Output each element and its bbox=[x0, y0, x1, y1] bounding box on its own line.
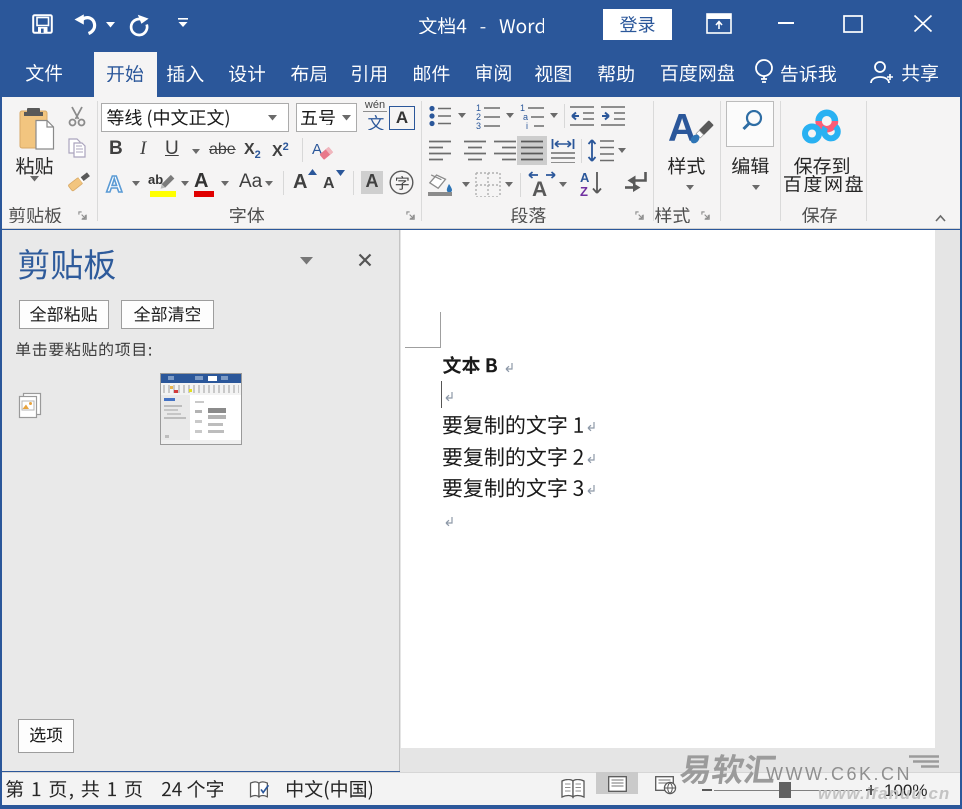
svg-text:3: 3 bbox=[476, 121, 481, 129]
svg-text:A: A bbox=[580, 170, 590, 185]
svg-text:ab: ab bbox=[148, 172, 163, 187]
svg-text:A: A bbox=[106, 171, 123, 195]
svg-text:A: A bbox=[532, 178, 547, 197]
svg-text:Z: Z bbox=[580, 184, 588, 197]
svg-text:i: i bbox=[526, 121, 528, 129]
